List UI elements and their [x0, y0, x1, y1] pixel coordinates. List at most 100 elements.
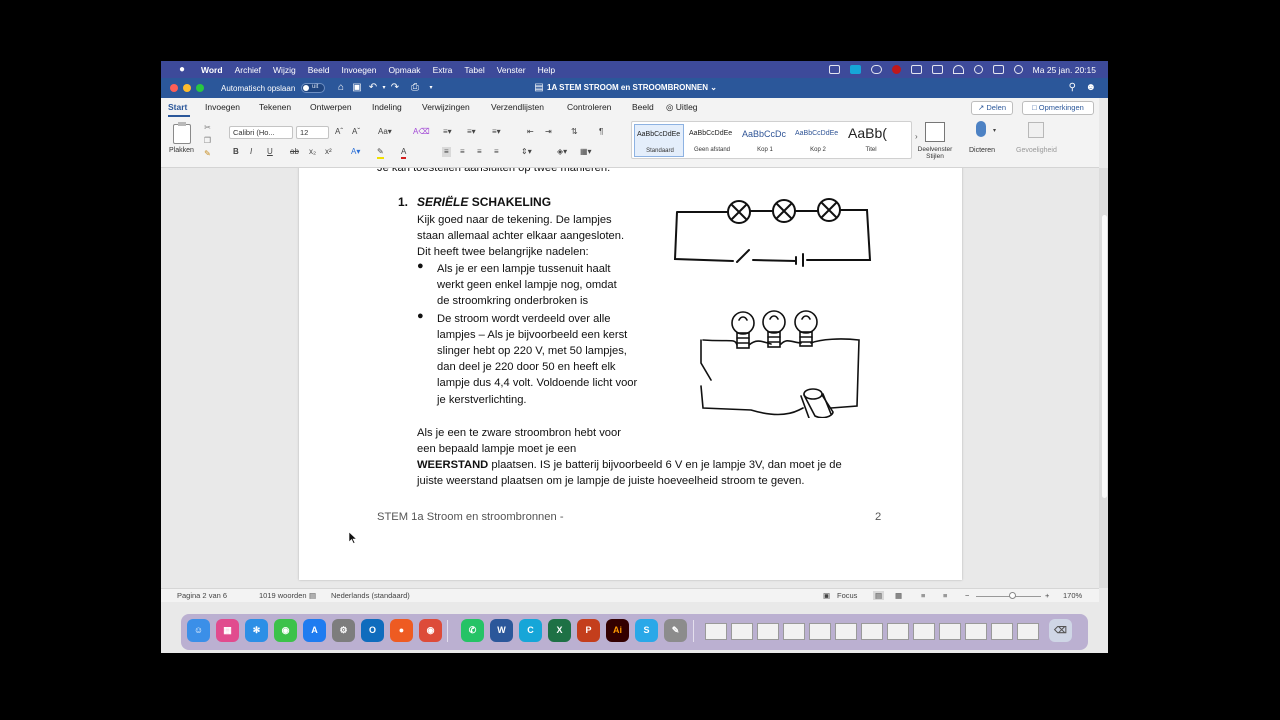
search-icon[interactable]: ⚲	[1069, 82, 1076, 93]
style-kop-2[interactable]: AaBbCcDdEe Kop 2	[793, 124, 843, 157]
illustrator-icon[interactable]: Ai	[606, 619, 629, 642]
shading-icon[interactable]: ◈▾	[557, 147, 567, 157]
tab-tekenen[interactable]: Tekenen	[259, 102, 291, 112]
autosave-toggle[interactable]: uit	[301, 83, 325, 93]
menu-venster[interactable]: Venster	[497, 65, 526, 75]
page-count[interactable]: Pagina 2 van 6	[177, 591, 227, 600]
record-icon[interactable]	[891, 65, 901, 74]
dictate-label[interactable]: Dicteren	[969, 147, 995, 154]
format-painter-icon[interactable]: ✎	[203, 149, 212, 158]
focus-mode[interactable]: Focus	[837, 591, 857, 600]
style-geen-afstand[interactable]: AaBbCcDdEe Geen afstand	[687, 124, 737, 157]
dock-document-thumbnail[interactable]	[835, 623, 857, 640]
toggle-icon[interactable]	[870, 65, 882, 74]
paste-icon[interactable]	[173, 122, 191, 144]
zoom-level[interactable]: 170%	[1063, 591, 1082, 600]
menu-beeld[interactable]: Beeld	[308, 65, 330, 75]
dock-document-thumbnail[interactable]	[731, 623, 753, 640]
draft-icon[interactable]: ≡	[943, 591, 947, 600]
share-person-icon[interactable]: ☻	[1085, 82, 1096, 93]
spotlight-icon[interactable]	[973, 65, 983, 74]
text-effects-icon[interactable]: A▾	[351, 147, 360, 157]
menu-wijzig[interactable]: Wijzig	[273, 65, 296, 75]
dock-document-thumbnail[interactable]	[991, 623, 1013, 640]
scrollbar-thumb[interactable]	[1102, 215, 1107, 498]
tab-ontwerpen[interactable]: Ontwerpen	[310, 102, 352, 112]
customize-toolbar-icon[interactable]: ▾	[425, 82, 437, 94]
proofing-icon[interactable]: ▤	[309, 591, 316, 600]
tab-controleren[interactable]: Controleren	[567, 102, 611, 112]
battery-icon[interactable]	[931, 65, 943, 74]
numbering-icon[interactable]: ≡▾	[467, 127, 476, 137]
style-titel[interactable]: AaBb( Titel	[846, 124, 896, 157]
print-layout-icon[interactable]: ▤	[873, 591, 885, 600]
multilevel-list-icon[interactable]: ≡▾	[492, 127, 501, 137]
tab-indeling[interactable]: Indeling	[372, 102, 402, 112]
menu-app-name[interactable]: Word	[201, 65, 223, 75]
zoom-in-icon[interactable]: +	[1045, 591, 1049, 600]
redo-icon[interactable]: ↷	[389, 82, 401, 94]
tab-beeld[interactable]: Beeld	[632, 102, 654, 112]
menu-help[interactable]: Help	[538, 65, 555, 75]
document-title[interactable]: 1A STEM STROOM en STROOMBRONNEN ⌄	[547, 83, 717, 92]
comments-button[interactable]: □ Opmerkingen	[1022, 101, 1094, 115]
increase-indent-icon[interactable]: ⇥	[545, 127, 552, 137]
dock-document-thumbnail[interactable]	[965, 623, 987, 640]
screen-mirror-icon[interactable]	[828, 65, 840, 74]
word-count[interactable]: 1019 woorden	[259, 591, 307, 600]
styles-pane-icon[interactable]	[925, 122, 945, 142]
c-app-dock-icon[interactable]: C	[519, 619, 542, 642]
dock-document-thumbnail[interactable]	[757, 623, 779, 640]
menu-tabel[interactable]: Tabel	[464, 65, 484, 75]
borders-icon[interactable]: ▦▾	[580, 147, 592, 157]
web-layout-icon[interactable]: ▦	[895, 591, 902, 600]
save-icon[interactable]: ▣	[351, 82, 363, 94]
powerpoint-icon[interactable]: P	[577, 619, 600, 642]
justify-icon[interactable]: ≡	[494, 147, 499, 157]
share-button[interactable]: ↗ Delen	[971, 101, 1013, 115]
wifi-icon[interactable]	[952, 65, 964, 74]
tab-verzendlijsten[interactable]: Verzendlijsten	[491, 102, 544, 112]
excel-icon[interactable]: X	[548, 619, 571, 642]
italic-icon[interactable]: I	[250, 147, 252, 157]
print-icon[interactable]: ⎙	[409, 82, 421, 94]
menu-extra[interactable]: Extra	[433, 65, 453, 75]
dock-document-thumbnail[interactable]	[783, 623, 805, 640]
app-store-icon[interactable]: A	[303, 619, 326, 642]
minimize-window-button[interactable]	[183, 84, 191, 92]
zoom-out-icon[interactable]: −	[965, 591, 969, 600]
paint-app-icon[interactable]: ✎	[664, 619, 687, 642]
highlight-icon[interactable]: ✎	[377, 147, 384, 159]
menu-bar-clock[interactable]: Ma 25 jan. 20:15	[1033, 65, 1096, 75]
document-canvas[interactable]: Je kan toestellen aansluiten op twee man…	[161, 168, 1099, 588]
outline-icon[interactable]: ≡	[921, 591, 925, 600]
menu-opmaak[interactable]: Opmaak	[388, 65, 420, 75]
sort-icon[interactable]: ⇅	[571, 127, 578, 137]
focus-icon[interactable]: ▣	[823, 591, 830, 600]
outlook-icon[interactable]: O	[361, 619, 384, 642]
dock-document-thumbnail[interactable]	[1017, 623, 1039, 640]
change-case-icon[interactable]: Aa▾	[378, 127, 392, 137]
tab-uitleg[interactable]: ◎ Uitleg	[666, 102, 698, 113]
cut-icon[interactable]: ✂	[203, 123, 212, 132]
dock-document-thumbnail[interactable]	[861, 623, 883, 640]
dock-document-thumbnail[interactable]	[913, 623, 935, 640]
tab-invoegen[interactable]: Invoegen	[205, 102, 240, 112]
clear-formatting-icon[interactable]: A⌫	[413, 127, 430, 137]
finder-icon[interactable]: ☺	[187, 619, 210, 642]
align-center-icon[interactable]: ≡	[460, 147, 465, 157]
tab-start[interactable]: Start	[168, 102, 187, 112]
skype-icon[interactable]: S	[635, 619, 658, 642]
firefox-icon[interactable]: ●	[390, 619, 413, 642]
menu-invoegen[interactable]: Invoegen	[341, 65, 376, 75]
line-spacing-icon[interactable]: ⇕▾	[521, 147, 532, 157]
strikethrough-icon[interactable]: ab	[290, 147, 299, 157]
bullets-icon[interactable]: ≡▾	[443, 127, 452, 137]
show-marks-icon[interactable]: ¶	[599, 127, 603, 137]
align-left-icon[interactable]: ≡	[442, 147, 451, 157]
control-center-icon[interactable]	[992, 65, 1004, 74]
font-size-select[interactable]: 12	[296, 126, 329, 139]
dock-document-thumbnail[interactable]	[939, 623, 961, 640]
document-page[interactable]: Je kan toestellen aansluiten op twee man…	[299, 168, 962, 580]
font-color-icon[interactable]: A	[401, 147, 407, 159]
